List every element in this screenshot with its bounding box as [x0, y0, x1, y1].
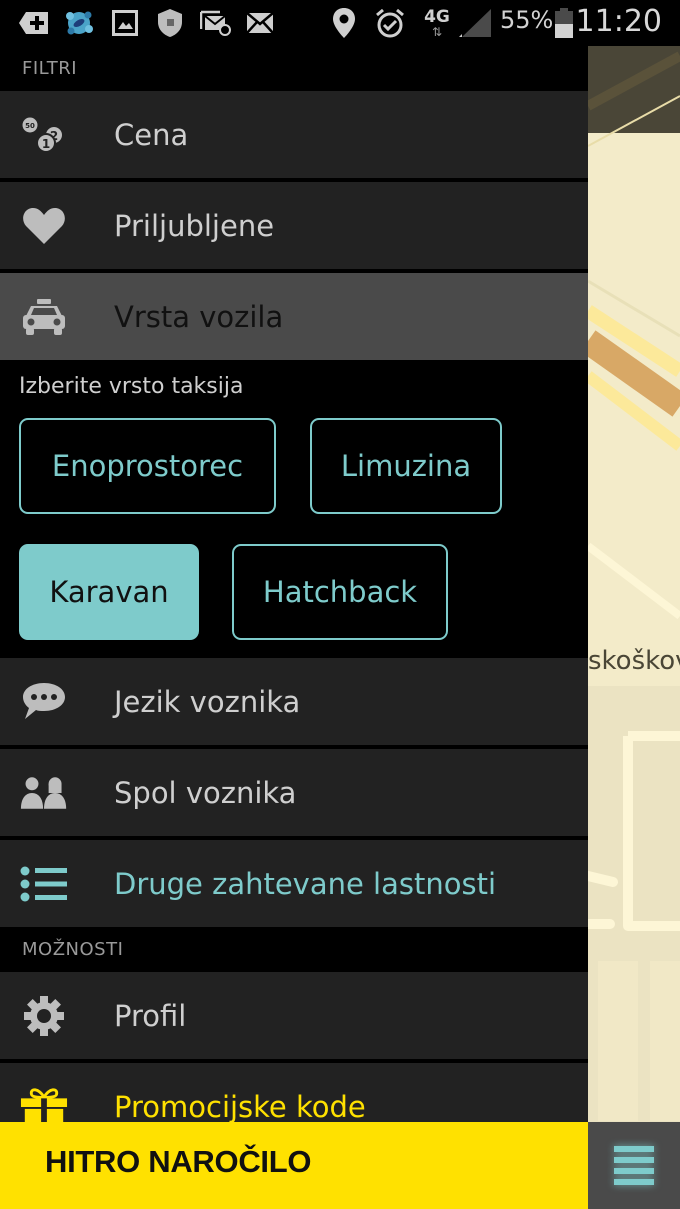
- vehicle-option-karavan[interactable]: Karavan: [19, 544, 199, 640]
- alarm-icon: [374, 8, 406, 38]
- heart-icon: [20, 202, 68, 250]
- battery-icon: [554, 8, 574, 38]
- speech-bubble-icon: [20, 678, 68, 726]
- menu-item-other-requirements[interactable]: Druge zahtevane lastnosti: [0, 840, 588, 927]
- map-roads: [588, 51, 680, 1122]
- network-type: 4G: [424, 6, 450, 27]
- signal-icon: [458, 8, 492, 38]
- list-icon: [20, 860, 68, 908]
- vehicle-option-label: Hatchback: [262, 575, 418, 609]
- vehicle-option-limuzina[interactable]: Limuzina: [310, 418, 502, 514]
- map-view[interactable]: skoškov: [588, 46, 680, 1122]
- menu-item-label: Profil: [114, 998, 187, 1033]
- vehicle-type-panel: Izberite vrsto taksija Enoprostorec Limu…: [0, 360, 588, 658]
- email-at-icon: [200, 8, 232, 38]
- vehicle-option-label: Enoprostorec: [51, 449, 244, 483]
- menu-item-label: Priljubljene: [114, 208, 275, 243]
- gear-icon: [20, 992, 68, 1040]
- status-bar: 4G ⇅ 55% 11:20: [0, 0, 680, 46]
- menu-item-label: Jezik voznika: [114, 684, 301, 719]
- menu-item-label: Vrsta vozila: [114, 299, 284, 334]
- taxi-icon: [20, 293, 68, 341]
- menu-item-label: Druge zahtevane lastnosti: [114, 866, 497, 901]
- mail-icon: [246, 8, 274, 38]
- navigation-drawer: FILTRI 50 2 1 Cena Priljubljene Vrsta vozi…: [0, 46, 588, 1122]
- quick-order-label: HITRO NAROČILO: [45, 1144, 312, 1179]
- location-icon: [332, 8, 356, 38]
- battery-percent: 55%: [500, 6, 554, 34]
- menu-item-label: Promocijske kode: [114, 1089, 366, 1123]
- svg-text:50: 50: [25, 122, 35, 130]
- menu-item-driver-gender[interactable]: Spol voznika: [0, 749, 588, 836]
- svg-text:1: 1: [42, 137, 50, 151]
- hamburger-menu-icon: [612, 1142, 656, 1190]
- filters-header: FILTRI: [22, 58, 78, 79]
- vehicle-option-label: Karavan: [49, 575, 169, 609]
- menu-item-favorites[interactable]: Priljubljene: [0, 182, 588, 269]
- vehicle-option-label: Limuzina: [340, 449, 472, 483]
- menu-item-vehicle-type[interactable]: Vrsta vozila: [0, 273, 588, 360]
- map-street-label: skoškov: [588, 646, 680, 676]
- data-arrows: ⇅: [431, 24, 443, 39]
- clock: 11:20: [575, 4, 662, 39]
- people-icon: [20, 769, 68, 817]
- coins-icon: 50 2 1: [20, 111, 68, 159]
- app-bubbles-icon: [63, 8, 95, 38]
- menu-item-promo-codes[interactable]: Promocijske kode: [0, 1063, 588, 1122]
- image-icon: [111, 8, 139, 38]
- menu-item-label: Cena: [114, 117, 189, 152]
- vehicle-option-enoprostorec[interactable]: Enoprostorec: [19, 418, 276, 514]
- hamburger-menu-button[interactable]: [588, 1122, 680, 1209]
- menu-item-label: Spol voznika: [114, 775, 297, 810]
- add-notification-icon: [18, 8, 50, 38]
- vehicle-type-title: Izberite vrsto taksija: [19, 374, 244, 399]
- network-4g-icon: 4G ⇅: [422, 8, 452, 38]
- menu-item-price[interactable]: 50 2 1 Cena: [0, 91, 588, 178]
- gift-icon: [20, 1083, 68, 1122]
- shield-icon: [155, 8, 185, 38]
- quick-order-button[interactable]: HITRO NAROČILO: [0, 1122, 588, 1209]
- menu-item-profile[interactable]: Profil: [0, 972, 588, 1059]
- vehicle-option-hatchback[interactable]: Hatchback: [232, 544, 448, 640]
- menu-item-driver-language[interactable]: Jezik voznika: [0, 658, 588, 745]
- options-header: MOŽNOSTI: [22, 939, 124, 960]
